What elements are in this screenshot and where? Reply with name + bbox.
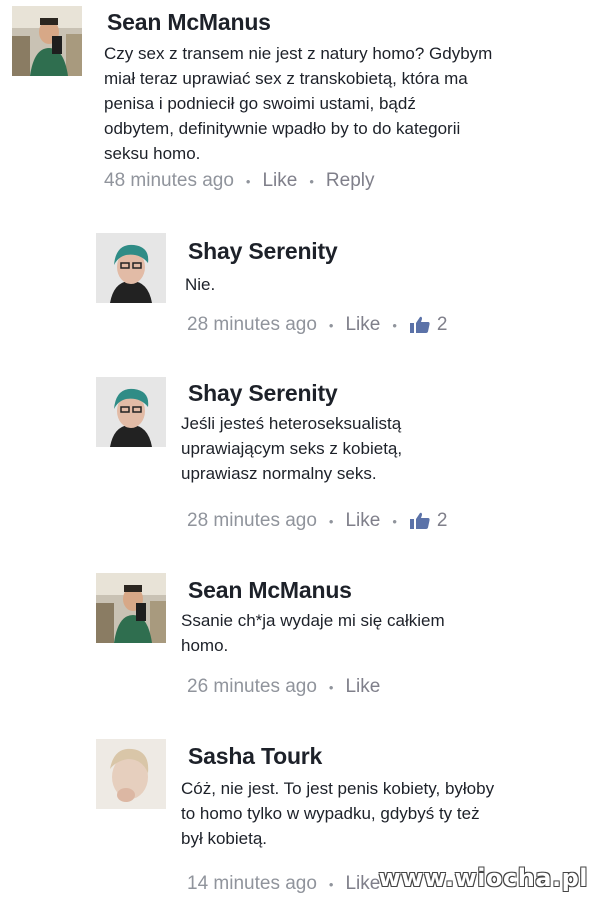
avatar-photo-icon — [96, 739, 166, 809]
comment-author[interactable]: Sean McManus — [107, 9, 271, 36]
comment-author[interactable]: Sean McManus — [188, 577, 352, 604]
like-count[interactable]: 2 — [437, 314, 448, 336]
thumbs-up-icon — [409, 512, 430, 529]
separator-dot-icon: • — [309, 173, 314, 189]
avatar[interactable] — [96, 233, 166, 303]
like-button[interactable]: Like — [345, 510, 380, 532]
avatar[interactable] — [96, 377, 166, 447]
reply-button[interactable]: Reply — [326, 170, 375, 192]
separator-dot-icon: • — [328, 679, 334, 695]
avatar-photo-icon — [12, 6, 82, 76]
comment-meta: 14 minutes ago • Like — [187, 873, 380, 895]
like-button[interactable]: Like — [345, 676, 380, 698]
comment-text: Cóż, nie jest. To jest penis kobiety, by… — [181, 779, 495, 848]
comment: Sean McManus Ssanie ch*ja wydaje mi się … — [0, 560, 602, 710]
comment-author[interactable]: Sasha Tourk — [188, 743, 322, 770]
comment-timestamp[interactable]: 28 minutes ago — [187, 510, 317, 532]
separator-dot-icon: • — [328, 876, 334, 892]
comment-text: Jeśli jesteś heteroseksualistą uprawiają… — [181, 414, 403, 483]
avatar[interactable] — [96, 739, 166, 809]
like-button[interactable]: Like — [345, 314, 380, 336]
comment-timestamp[interactable]: 28 minutes ago — [187, 314, 317, 336]
separator-dot-icon: • — [392, 513, 397, 529]
comment-meta: 26 minutes ago • Like — [187, 676, 380, 698]
separator-dot-icon: • — [328, 317, 334, 333]
avatar-photo-icon — [96, 377, 166, 447]
comment: Shay Serenity Nie. 28 minutes ago • Like… — [0, 220, 602, 350]
comment-timestamp[interactable]: 26 minutes ago — [187, 676, 317, 698]
separator-dot-icon: • — [245, 173, 251, 189]
site-watermark: www.wiocha.pl — [378, 864, 588, 892]
like-button[interactable]: Like — [345, 873, 380, 895]
avatar[interactable] — [96, 573, 166, 643]
comment-text: Czy sex z transem nie jest z natury homo… — [104, 44, 493, 163]
separator-dot-icon: • — [392, 317, 397, 333]
thumbs-up-icon — [409, 316, 430, 333]
comment-timestamp[interactable]: 14 minutes ago — [187, 873, 317, 895]
comment-meta: 48 minutes ago • Like • Reply — [104, 170, 374, 192]
comment-author[interactable]: Shay Serenity — [188, 380, 338, 407]
comment-timestamp[interactable]: 48 minutes ago — [104, 170, 234, 192]
like-count[interactable]: 2 — [437, 510, 448, 532]
comment-text: Nie. — [185, 275, 216, 294]
comment-meta: 28 minutes ago • Like • 2 — [187, 314, 447, 336]
avatar-photo-icon — [96, 573, 166, 643]
separator-dot-icon: • — [328, 513, 334, 529]
like-button[interactable]: Like — [262, 170, 297, 192]
comment: Shay Serenity Jeśli jesteś heteroseksual… — [0, 362, 602, 542]
avatar[interactable] — [12, 6, 82, 76]
comment-text: Ssanie ch*ja wydaje mi się całkiem homo. — [181, 611, 445, 655]
comment-author[interactable]: Shay Serenity — [188, 238, 338, 265]
comment-meta: 28 minutes ago • Like • 2 — [187, 510, 447, 532]
comment: Sean McManus Czy sex z transem nie jest … — [0, 0, 602, 205]
avatar-photo-icon — [96, 233, 166, 303]
